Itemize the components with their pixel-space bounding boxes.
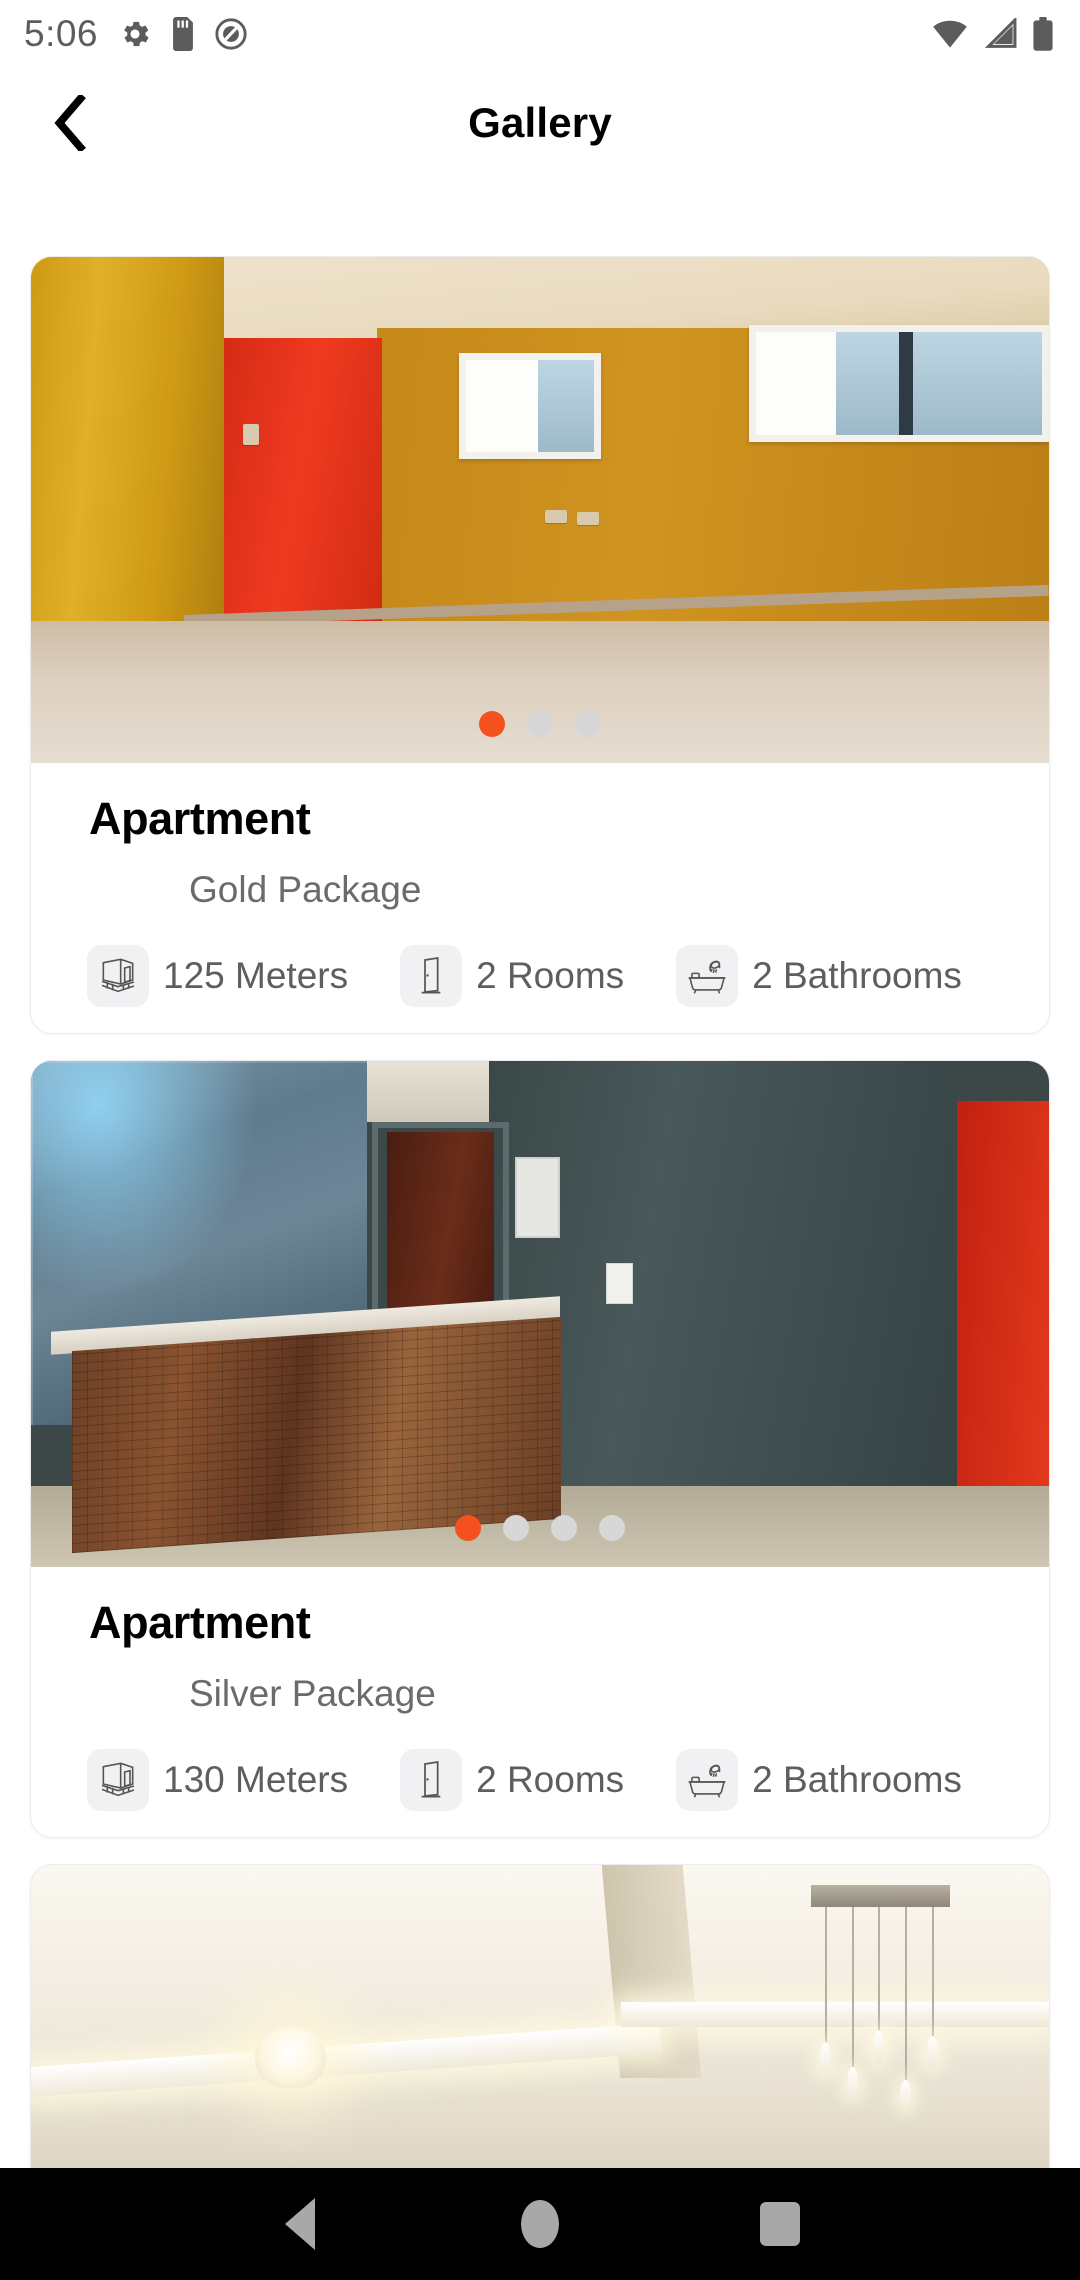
carousel-dot[interactable] — [503, 1515, 529, 1541]
door-icon — [400, 1749, 463, 1811]
feature-rooms: 2 Rooms — [400, 1749, 624, 1811]
nav-recents-button[interactable] — [660, 2168, 900, 2280]
feature-rooms: 2 Rooms — [400, 945, 624, 1007]
feature-area-label: 130 Meters — [163, 1759, 349, 1800]
recents-square-icon — [760, 2202, 800, 2246]
property-photo-carousel[interactable] — [31, 1061, 1049, 1567]
status-bar: 5:06 — [0, 0, 1080, 68]
property-package: Silver Package — [189, 1673, 436, 1714]
bathtub-shower-icon — [676, 1749, 739, 1811]
feature-bathrooms-label: 2 Bathrooms — [752, 955, 962, 996]
photo-window-right — [748, 325, 1049, 442]
back-button[interactable] — [34, 87, 106, 159]
back-triangle-icon — [285, 2198, 315, 2250]
sd-card-icon — [173, 17, 193, 51]
property-title: Apartment — [89, 1597, 311, 1648]
photo-window-left — [458, 353, 602, 460]
area-floorplan-icon — [87, 945, 149, 1007]
property-card[interactable]: Apartment Silver Package 130 Meters 2 Ro… — [30, 1060, 1050, 1838]
property-title: Apartment — [89, 793, 311, 844]
wifi-icon — [933, 20, 967, 48]
photo-switch — [242, 423, 260, 446]
photo-pendant-lamp-cluster — [784, 1885, 1008, 2168]
carousel-dot-active[interactable] — [455, 1515, 481, 1541]
photo-dome-light — [254, 2026, 327, 2088]
feature-bathrooms: 2 Bathrooms — [676, 1749, 962, 1811]
feature-area: 125 Meters — [87, 945, 348, 1007]
carousel-dots[interactable] — [455, 1515, 625, 1541]
carousel-dot[interactable] — [551, 1515, 577, 1541]
cellular-signal-icon — [984, 18, 1017, 48]
door-icon — [400, 945, 463, 1007]
feature-bathrooms: 2 Bathrooms — [676, 945, 962, 1007]
back-chevron-icon — [54, 95, 86, 151]
app-bar: Gallery — [0, 68, 1080, 178]
photo-outlet — [545, 510, 568, 524]
photo-floor — [31, 621, 1049, 763]
photo-pendant-plate — [811, 1885, 951, 1908]
property-features: 125 Meters 2 Rooms 2 Bathrooms — [31, 945, 1049, 1007]
do-not-disturb-icon — [215, 18, 247, 50]
feature-rooms-label: 2 Rooms — [476, 955, 625, 996]
bathtub-shower-icon — [676, 945, 739, 1007]
property-details: Apartment Gold Package 125 Meters 2 Room… — [31, 763, 1049, 1033]
page-title: Gallery — [468, 99, 612, 146]
battery-icon — [1033, 17, 1053, 51]
nav-back-button[interactable] — [180, 2168, 420, 2280]
property-photo-carousel[interactable] — [31, 1865, 1049, 2168]
photo-outlet — [576, 512, 600, 526]
feature-area-label: 125 Meters — [163, 955, 349, 996]
feature-rooms-label: 2 Rooms — [476, 1759, 625, 1800]
property-photo-carousel[interactable] — [31, 257, 1049, 763]
property-card[interactable] — [30, 1864, 1050, 2168]
nav-home-button[interactable] — [420, 2168, 660, 2280]
feature-bathrooms-label: 2 Bathrooms — [752, 1759, 962, 1800]
carousel-dots[interactable] — [479, 711, 601, 737]
property-features: 130 Meters 2 Rooms 2 Bathrooms — [31, 1749, 1049, 1811]
feature-area: 130 Meters — [87, 1749, 348, 1811]
status-bar-right-icons — [930, 17, 1054, 51]
status-bar-left-icons — [118, 17, 248, 51]
carousel-dot[interactable] — [575, 711, 601, 737]
carousel-dot-active[interactable] — [479, 711, 505, 737]
android-navigation-bar — [0, 2168, 1080, 2280]
carousel-dot[interactable] — [599, 1515, 625, 1541]
carousel-dot[interactable] — [527, 711, 553, 737]
gear-icon — [124, 21, 149, 47]
property-details: Apartment Silver Package 130 Meters 2 Ro… — [31, 1567, 1049, 1837]
status-bar-clock: 5:06 — [24, 13, 99, 54]
photo-light-switch — [606, 1263, 633, 1304]
photo-electrical-panel — [514, 1157, 561, 1239]
gallery-list[interactable]: Apartment Gold Package 125 Meters 2 Room… — [0, 178, 1080, 2168]
area-floorplan-icon — [87, 1749, 149, 1811]
property-package: Gold Package — [189, 869, 422, 910]
home-circle-icon — [521, 2200, 559, 2248]
property-card[interactable]: Apartment Gold Package 125 Meters 2 Room… — [30, 256, 1050, 1034]
photo-red-accent-wall — [957, 1101, 1049, 1497]
